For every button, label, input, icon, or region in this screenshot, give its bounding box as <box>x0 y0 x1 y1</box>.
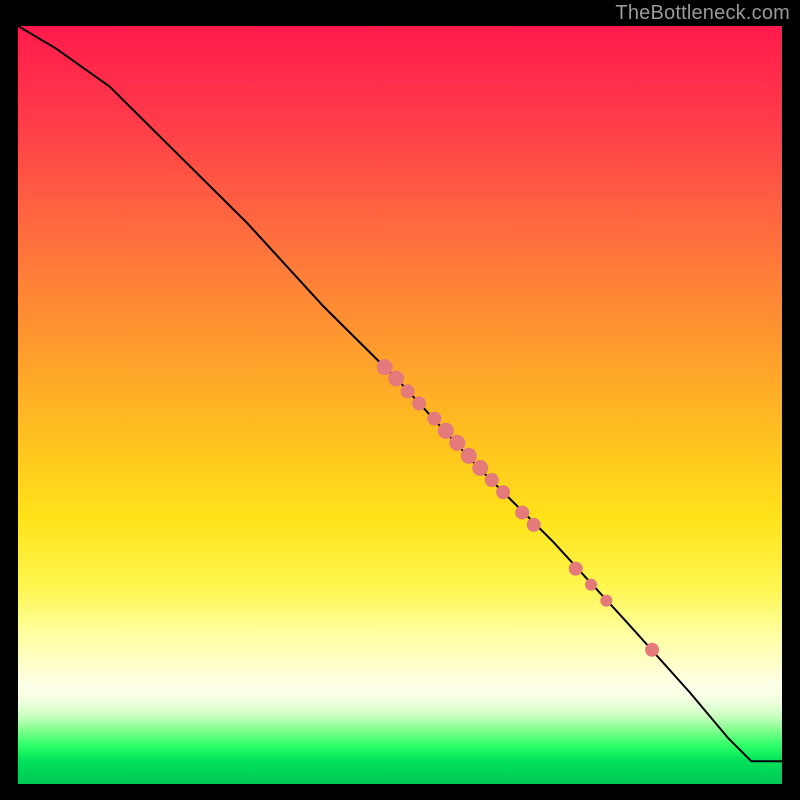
data-point <box>600 595 612 607</box>
data-point <box>461 448 477 464</box>
data-point <box>427 412 441 426</box>
data-point <box>645 643 659 657</box>
data-point <box>449 435 465 451</box>
data-point <box>485 473 499 487</box>
attribution-label: TheBottleneck.com <box>615 2 790 25</box>
data-point <box>515 506 529 520</box>
data-point <box>496 485 510 499</box>
data-point <box>569 562 583 576</box>
plot-area <box>18 26 782 784</box>
plot-svg <box>18 26 782 784</box>
curve-line <box>18 26 782 761</box>
data-point <box>527 518 541 532</box>
data-point <box>438 423 454 439</box>
data-point <box>401 384 415 398</box>
data-point <box>412 397 426 411</box>
data-point <box>585 579 597 591</box>
data-point <box>377 359 393 375</box>
data-point <box>472 460 488 476</box>
data-point <box>388 371 404 387</box>
chart-frame: TheBottleneck.com <box>0 0 800 800</box>
